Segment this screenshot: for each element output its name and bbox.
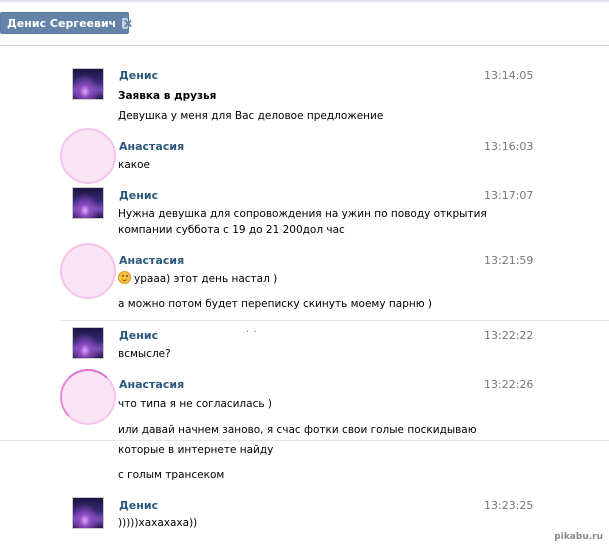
message-text: с голым трансеком bbox=[118, 469, 225, 481]
message-text: которые в интернете найду bbox=[118, 444, 274, 456]
message-time: 13:22:26 bbox=[484, 378, 534, 391]
message-text: Девушка у меня для Вас деловое предложен… bbox=[118, 110, 384, 122]
message-text: урааа) этот день настал ) bbox=[118, 271, 277, 286]
avatar-anastasia[interactable] bbox=[60, 128, 116, 184]
avatar-anastasia[interactable] bbox=[60, 243, 116, 299]
close-icon[interactable] bbox=[122, 17, 128, 29]
dialog-tab[interactable]: Денис Сергеевич bbox=[0, 12, 129, 34]
message-author[interactable]: Анастасия bbox=[119, 378, 184, 391]
smile-icon bbox=[118, 271, 131, 284]
message-text: какое bbox=[118, 159, 151, 171]
message-text: или давай начнем заново, я счас фотки св… bbox=[118, 424, 477, 436]
message-text: компании суббота с 19 до 21 200дол час bbox=[118, 224, 345, 236]
tab-divider bbox=[0, 45, 609, 46]
message-text: Нужна девушка для сопровождения на ужин … bbox=[118, 208, 487, 220]
message-text: )))))хахахаха)) bbox=[118, 517, 198, 529]
avatar-denis[interactable] bbox=[72, 327, 104, 359]
message-time: 13:22:22 bbox=[484, 329, 534, 342]
message-text: Заявка в друзья bbox=[118, 90, 217, 102]
message-divider bbox=[0, 440, 609, 441]
message-time: 13:21:59 bbox=[484, 254, 534, 267]
message-text: что типа я не согласилась ) bbox=[118, 398, 272, 410]
avatar-anastasia[interactable] bbox=[60, 369, 116, 425]
message-author[interactable]: Денис bbox=[119, 329, 158, 342]
top-border bbox=[0, 0, 609, 2]
message-time: 13:23:25 bbox=[484, 499, 534, 512]
message-author[interactable]: Денис bbox=[119, 189, 158, 202]
message-author[interactable]: Анастасия bbox=[119, 254, 184, 267]
message-time: 13:17:07 bbox=[484, 189, 534, 202]
message-divider bbox=[60, 320, 609, 321]
typing-dots: . . bbox=[246, 325, 258, 335]
avatar-denis[interactable] bbox=[72, 187, 104, 219]
message-time: 13:16:03 bbox=[484, 140, 534, 153]
message-author[interactable]: Анастасия bbox=[119, 140, 184, 153]
message-author[interactable]: Денис bbox=[119, 69, 158, 82]
message-author[interactable]: Денис bbox=[119, 499, 158, 512]
avatar-denis[interactable] bbox=[72, 497, 104, 529]
message-text: а можно потом будет переписку скинуть мо… bbox=[118, 298, 433, 310]
message-time: 13:14:05 bbox=[484, 69, 534, 82]
dialog-tab-label: Денис Сергеевич bbox=[7, 16, 117, 30]
message-text: всмысле? bbox=[118, 348, 171, 360]
avatar-denis[interactable] bbox=[72, 68, 104, 100]
watermark: pikabu.ru bbox=[554, 532, 603, 542]
